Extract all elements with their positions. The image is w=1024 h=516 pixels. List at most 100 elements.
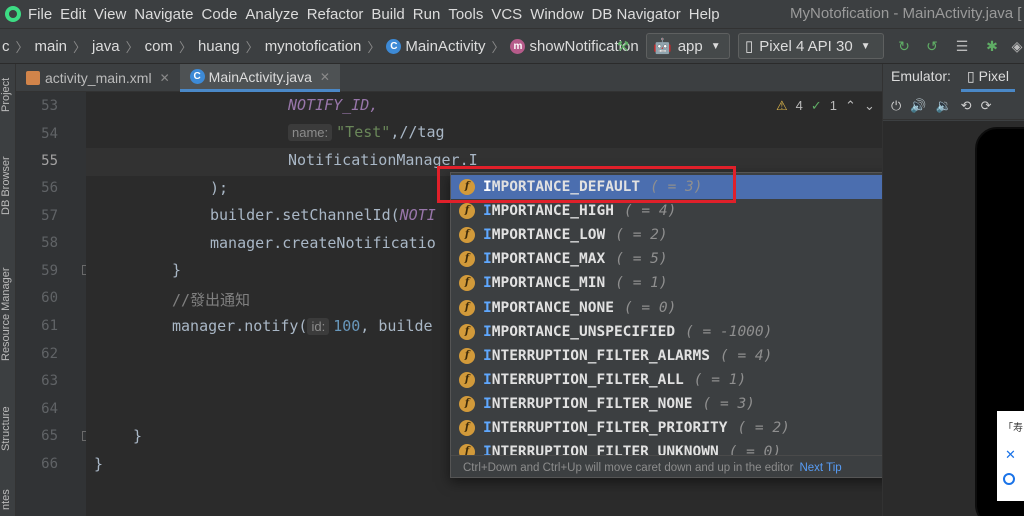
code-line-56: );	[210, 179, 228, 197]
volume-down-icon[interactable]: 🔉	[935, 98, 951, 114]
code-line-65: }	[133, 427, 142, 445]
chevron-right-icon: 〉	[73, 39, 87, 55]
apply-changes-icon[interactable]: ↻	[895, 37, 913, 55]
close-icon[interactable]: ✕	[160, 71, 170, 85]
completion-name: INTERRUPTION_FILTER_ALL	[483, 372, 684, 388]
breadcrumb-mynotofication[interactable]: mynotofication	[265, 38, 362, 55]
android-studio-logo-icon	[5, 6, 21, 22]
breadcrumb-main[interactable]: main	[35, 38, 68, 55]
line-number: 55	[41, 153, 58, 169]
emulator-device-label: Pixel	[978, 68, 1009, 84]
close-icon[interactable]: ✕	[1005, 447, 1016, 463]
power-icon[interactable]: ⏻	[891, 98, 901, 114]
code-token: 100	[333, 317, 361, 335]
emulator-screen-area: 「寿 ✕	[883, 121, 1024, 516]
menu-analyze[interactable]: Analyze	[245, 6, 306, 23]
menu-window[interactable]: Window	[530, 6, 591, 23]
rotate-left-icon[interactable]: ⟲	[961, 98, 972, 114]
debug-icon[interactable]: ✱	[983, 37, 1001, 55]
line-number: 59	[41, 263, 58, 279]
completion-value: ( = 2)	[615, 227, 668, 244]
completion-name: INTERRUPTION_FILTER_ALARMS	[483, 348, 710, 364]
chevron-right-icon: 〉	[178, 39, 192, 55]
breadcrumb-mainactivity[interactable]: C MainActivity	[386, 38, 485, 55]
code-token: NOTIFY_ID,	[288, 96, 379, 114]
notification-card[interactable]: 「寿 ✕	[997, 411, 1024, 501]
check-icon: ✓	[810, 98, 822, 113]
tab-activity-main-xml[interactable]: activity_main.xml ✕	[16, 64, 180, 92]
run-config-select[interactable]: 🤖 app ▼	[646, 33, 730, 59]
menu-tools[interactable]: Tools	[448, 6, 491, 23]
menu-view[interactable]: View	[94, 6, 134, 23]
profile-icon[interactable]: ◈	[1008, 37, 1024, 55]
code-line-53: NOTIFY_ID,	[288, 96, 378, 114]
notification-text: 「寿	[1003, 423, 1023, 434]
close-icon[interactable]: ✕	[320, 70, 330, 84]
completion-rest: NTERRUPTION_FILTER_PRIORITY	[491, 420, 728, 436]
completion-name: IMPORTANCE_MIN	[483, 275, 605, 291]
code-token: ,//tag	[390, 123, 445, 141]
completion-rest: MPORTANCE_NONE	[491, 299, 614, 316]
completion-name: IMPORTANCE_HIGH	[483, 203, 614, 219]
tool-tab-resource-manager[interactable]: Resource Manager	[0, 254, 16, 374]
field-icon: f	[459, 395, 475, 412]
menu-run[interactable]: Run	[413, 6, 449, 23]
field-icon: f	[459, 420, 475, 436]
chevron-up-icon[interactable]: ⌃	[845, 98, 856, 114]
line-number: 58	[41, 235, 58, 251]
completion-name: IMPORTANCE_MAX	[483, 251, 605, 267]
menu-help[interactable]: Help	[689, 6, 728, 23]
chevron-down-icon[interactable]: ⌄	[864, 98, 875, 114]
completion-match: I	[483, 420, 492, 436]
completion-match: I	[483, 275, 492, 292]
completion-match: I	[483, 395, 492, 412]
menu-db-navigator[interactable]: DB Navigator	[592, 6, 689, 23]
completion-match: I	[483, 323, 492, 340]
device-select[interactable]: ▯ Pixel 4 API 30 ▼	[738, 33, 884, 59]
menu-file[interactable]: File	[28, 6, 60, 23]
hammer-icon[interactable]: ⚒	[614, 37, 632, 55]
breadcrumb-java[interactable]: java	[92, 38, 120, 55]
window-title: MyNotofication - MainActivity.java [	[790, 5, 1022, 22]
line-number: 54	[41, 126, 58, 142]
chevron-right-icon: 〉	[491, 39, 505, 55]
tool-tab-project[interactable]: Project	[0, 70, 16, 120]
tool-tab-structure[interactable]: Structure	[0, 398, 16, 460]
completion-match: I	[483, 203, 492, 220]
breadcrumb-com[interactable]: com	[145, 38, 173, 55]
menu-refactor[interactable]: Refactor	[307, 6, 372, 23]
run-tests-icon[interactable]: ☰	[953, 37, 971, 55]
next-tip-link[interactable]: Next Tip	[799, 462, 841, 474]
breadcrumb-huang[interactable]: huang	[198, 38, 240, 55]
completion-rest: MPORTANCE_LOW	[491, 227, 606, 244]
inspection-widget[interactable]: ⚠ 4 ✓ 1 ⌃ ⌄	[776, 98, 875, 114]
completion-match: I	[483, 347, 492, 364]
menu-code[interactable]: Code	[201, 6, 245, 23]
field-icon: f	[459, 251, 475, 268]
completion-rest: NTERRUPTION_FILTER_ALARMS	[491, 347, 710, 364]
tab-mainactivity-java[interactable]: C MainActivity.java ✕	[179, 64, 340, 92]
breadcrumb-root[interactable]: c	[2, 38, 10, 55]
menu-vcs[interactable]: VCS	[491, 6, 530, 23]
apply-code-changes-icon[interactable]: ↺	[923, 37, 941, 55]
completion-value: ( = 5)	[615, 251, 668, 268]
tool-tab-notes[interactable]: ntes	[0, 484, 16, 516]
menu-build[interactable]: Build	[371, 6, 412, 23]
completion-value: ( = 4)	[719, 347, 773, 364]
emulator-panel: Emulator: ▯ Pixel ⏻ 🔊 🔉 ⟲ ⟳ 「寿 ✕	[882, 64, 1024, 516]
code-token: builder.setChannelId(	[210, 206, 400, 224]
menu-navigate[interactable]: Navigate	[134, 6, 201, 23]
method-icon: m	[510, 38, 526, 54]
emulator-device-tab[interactable]: ▯ Pixel	[961, 64, 1015, 92]
code-token: }	[172, 261, 182, 279]
tool-tab-db-browser[interactable]: DB Browser	[0, 148, 16, 224]
menu-edit[interactable]: Edit	[60, 6, 94, 23]
volume-up-icon[interactable]: 🔊	[910, 98, 926, 114]
field-icon: f	[459, 203, 475, 220]
line-number: 64	[41, 401, 58, 417]
emulator-toolbar: ⏻ 🔊 🔉 ⟲ ⟳	[883, 92, 1024, 120]
completion-name: IMPORTANCE_LOW	[483, 227, 605, 243]
chevron-right-icon: 〉	[245, 39, 259, 55]
rotate-right-icon[interactable]: ⟳	[981, 98, 992, 114]
completion-rest: NTERRUPTION_FILTER_ALL	[491, 371, 684, 388]
